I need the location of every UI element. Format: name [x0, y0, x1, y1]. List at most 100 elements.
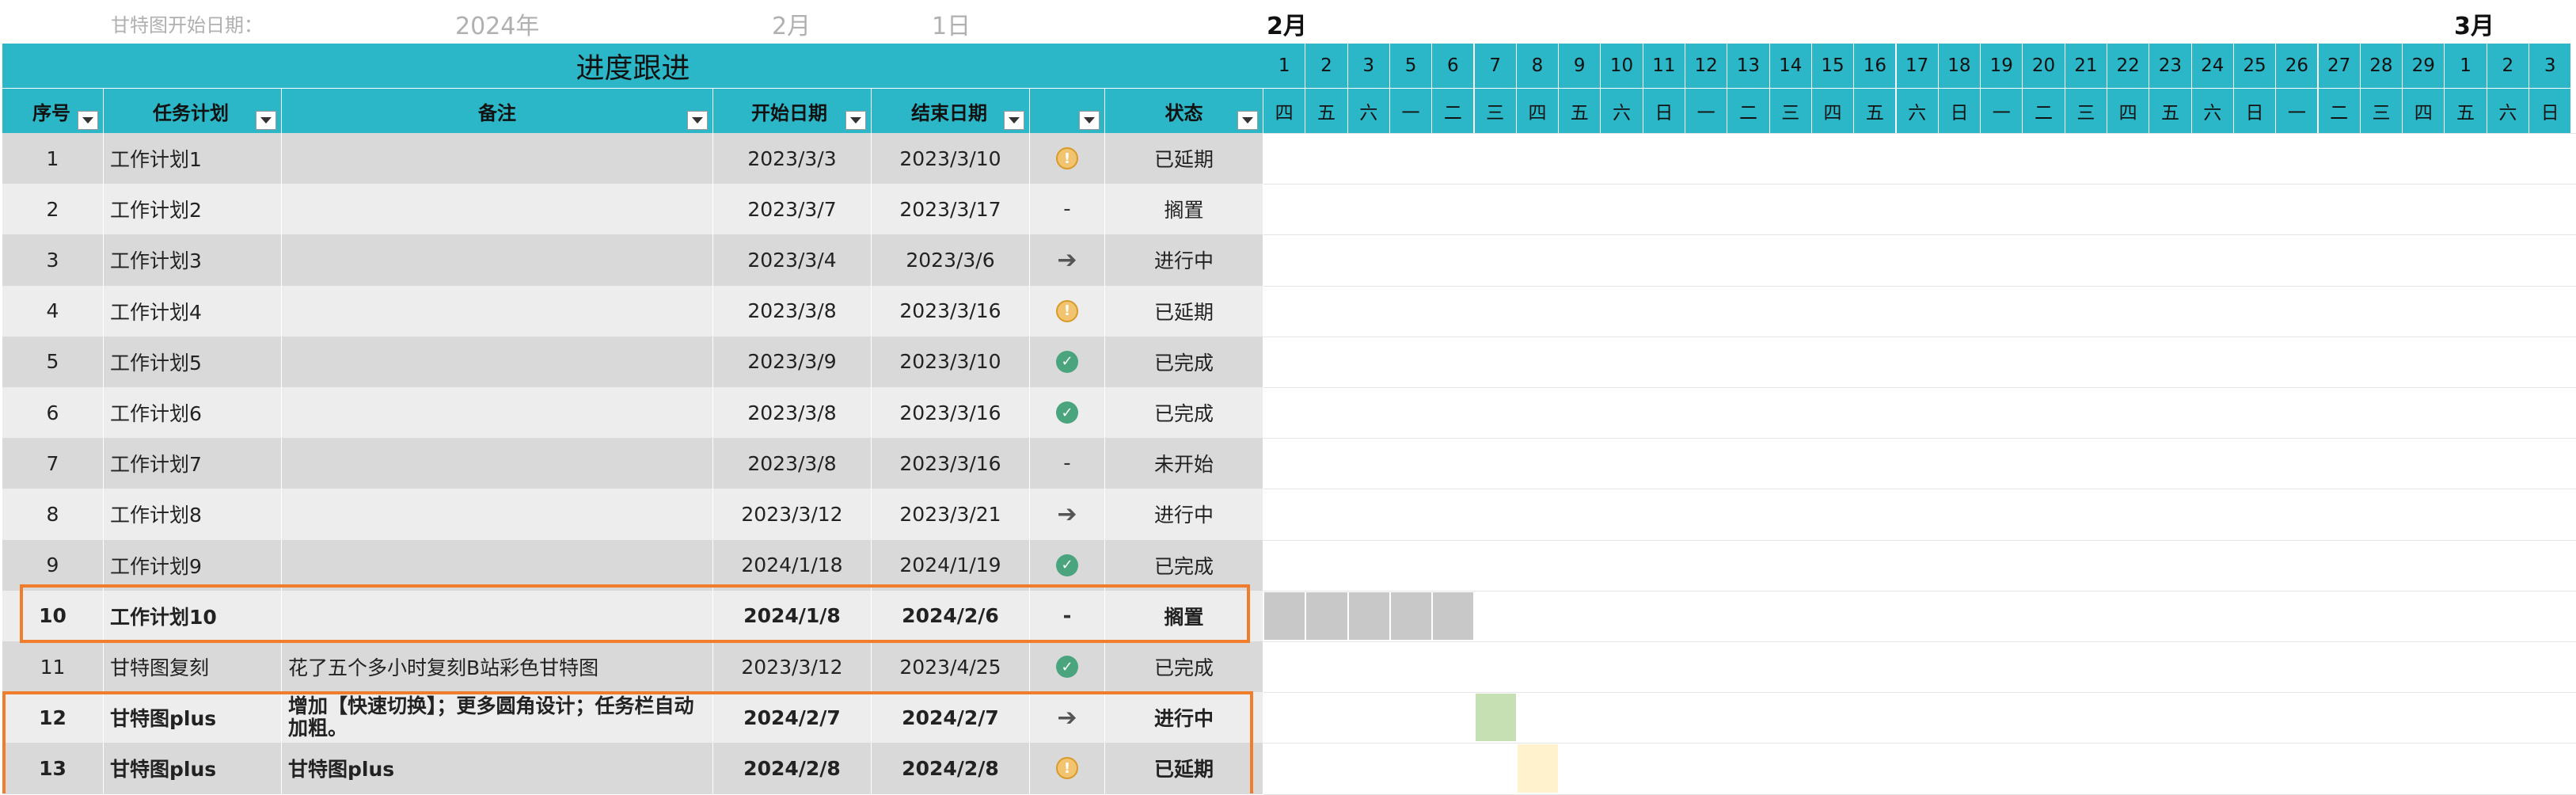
cell-status[interactable]: 已延期 — [1105, 285, 1263, 337]
cell-task[interactable]: 工作计划4 — [104, 285, 282, 337]
cell-task[interactable]: 工作计划9 — [104, 539, 282, 591]
gantt-bar-cell[interactable] — [1433, 591, 1474, 640]
cell-end[interactable]: 2023/3/16 — [872, 438, 1030, 489]
month-label-feb: 2月 — [1267, 13, 1307, 40]
cell-status[interactable]: 已完成 — [1105, 539, 1263, 591]
status-icon-cell[interactable]: ! — [1030, 133, 1105, 184]
cell-task[interactable]: 工作计划8 — [104, 489, 282, 540]
cell-end[interactable]: 2023/3/10 — [872, 133, 1030, 184]
cell-task[interactable]: 甘特图复刻 — [104, 641, 282, 693]
cell-seq[interactable]: 2 — [2, 184, 104, 235]
cell-note[interactable] — [282, 133, 713, 184]
cell-start[interactable]: 2023/3/8 — [713, 438, 872, 489]
weekday-cell: 六 — [1896, 89, 1939, 133]
header-status-icon[interactable] — [1030, 89, 1105, 133]
cell-note[interactable] — [282, 438, 713, 489]
header-note[interactable]: 备注 — [282, 89, 713, 133]
cell-start[interactable]: 2023/3/8 — [713, 285, 872, 337]
filter-dropdown-icon[interactable] — [78, 111, 98, 130]
cell-status[interactable]: 进行中 — [1105, 489, 1263, 540]
gantt-row-line — [1263, 133, 2576, 134]
status-icon-cell[interactable]: ➔ — [1030, 234, 1105, 286]
gantt-start-day[interactable]: 1日 — [932, 6, 971, 41]
cell-task[interactable]: 工作计划7 — [104, 438, 282, 489]
gantt-bar-cell[interactable] — [1517, 744, 1559, 793]
cell-status[interactable]: 已完成 — [1105, 387, 1263, 439]
header-end[interactable]: 结束日期 — [872, 89, 1030, 133]
cell-seq[interactable]: 9 — [2, 539, 104, 591]
cell-note[interactable]: 花了五个多小时复刻B站彩色甘特图 — [282, 641, 713, 693]
filter-dropdown-icon[interactable] — [1079, 111, 1100, 130]
cell-end[interactable]: 2023/3/6 — [872, 234, 1030, 286]
cell-seq[interactable]: 1 — [2, 133, 104, 184]
cell-note[interactable] — [282, 539, 713, 591]
filter-dropdown-icon[interactable] — [256, 111, 276, 130]
cell-note[interactable] — [282, 387, 713, 439]
status-icon-cell[interactable]: ✓ — [1030, 641, 1105, 693]
cell-note[interactable] — [282, 336, 713, 387]
cell-start[interactable]: 2023/3/8 — [713, 387, 872, 439]
filter-dropdown-icon[interactable] — [687, 111, 708, 130]
cell-task[interactable]: 工作计划1 — [104, 133, 282, 184]
cell-seq[interactable]: 5 — [2, 336, 104, 387]
cell-seq[interactable]: 8 — [2, 489, 104, 540]
gantt-bar-cell[interactable] — [1475, 694, 1516, 742]
gantt-bar-cell[interactable] — [1306, 591, 1347, 640]
cell-status[interactable]: 已完成 — [1105, 336, 1263, 387]
header-seq[interactable]: 序号 — [2, 89, 104, 133]
status-icon-cell[interactable]: - — [1030, 438, 1105, 489]
cell-status[interactable]: 搁置 — [1105, 184, 1263, 235]
cell-note[interactable] — [282, 489, 713, 540]
cell-status[interactable]: 未开始 — [1105, 438, 1263, 489]
gantt-bar-cell[interactable] — [1264, 591, 1305, 640]
cell-note[interactable] — [282, 285, 713, 337]
cell-end[interactable]: 2023/3/17 — [872, 184, 1030, 235]
status-icon-cell[interactable]: ✓ — [1030, 336, 1105, 387]
gantt-bar-cell[interactable] — [1390, 591, 1432, 640]
cell-start[interactable]: 2023/3/3 — [713, 133, 872, 184]
cell-seq[interactable]: 4 — [2, 285, 104, 337]
cell-status[interactable]: 已延期 — [1105, 133, 1263, 184]
gantt-bar-cell[interactable] — [1348, 591, 1389, 640]
weekday-cell: 五 — [2149, 89, 2192, 133]
cell-task[interactable]: 工作计划5 — [104, 336, 282, 387]
cell-note[interactable] — [282, 184, 713, 235]
day-number-cell: 28 — [2360, 44, 2403, 88]
header-start[interactable]: 开始日期 — [713, 89, 872, 133]
header-status[interactable]: 状态 — [1105, 89, 1263, 133]
status-icon-cell[interactable]: ➔ — [1030, 489, 1105, 540]
cell-end[interactable]: 2024/1/19 — [872, 539, 1030, 591]
gantt-start-month[interactable]: 2月 — [772, 6, 811, 41]
filter-dropdown-icon[interactable] — [1004, 111, 1024, 130]
cell-seq[interactable]: 3 — [2, 234, 104, 286]
cell-seq[interactable]: 11 — [2, 641, 104, 693]
status-icon-cell[interactable]: ✓ — [1030, 539, 1105, 591]
status-icon-cell[interactable]: - — [1030, 184, 1105, 235]
cell-task[interactable]: 工作计划2 — [104, 184, 282, 235]
cell-start[interactable]: 2023/3/12 — [713, 489, 872, 540]
filter-dropdown-icon[interactable] — [845, 111, 866, 130]
cell-status[interactable]: 已完成 — [1105, 641, 1263, 693]
cell-seq[interactable]: 6 — [2, 387, 104, 439]
cell-start[interactable]: 2024/1/18 — [713, 539, 872, 591]
filter-dropdown-icon[interactable] — [1237, 111, 1258, 130]
cell-status[interactable]: 进行中 — [1105, 234, 1263, 286]
cell-end[interactable]: 2023/3/21 — [872, 489, 1030, 540]
cell-task[interactable]: 工作计划6 — [104, 387, 282, 439]
cell-note[interactable] — [282, 234, 713, 286]
status-icon-cell[interactable]: ✓ — [1030, 387, 1105, 439]
status-icon-cell[interactable]: ! — [1030, 285, 1105, 337]
cell-seq[interactable]: 7 — [2, 438, 104, 489]
weekday-cell: 日 — [1938, 89, 1981, 133]
cell-task[interactable]: 工作计划3 — [104, 234, 282, 286]
gantt-start-year[interactable]: 2024年 — [455, 6, 539, 41]
cell-start[interactable]: 2023/3/12 — [713, 641, 872, 693]
cell-start[interactable]: 2023/3/7 — [713, 184, 872, 235]
cell-end[interactable]: 2023/3/16 — [872, 285, 1030, 337]
cell-start[interactable]: 2023/3/4 — [713, 234, 872, 286]
cell-end[interactable]: 2023/4/25 — [872, 641, 1030, 693]
header-task[interactable]: 任务计划 — [104, 89, 282, 133]
cell-end[interactable]: 2023/3/10 — [872, 336, 1030, 387]
cell-end[interactable]: 2023/3/16 — [872, 387, 1030, 439]
cell-start[interactable]: 2023/3/9 — [713, 336, 872, 387]
